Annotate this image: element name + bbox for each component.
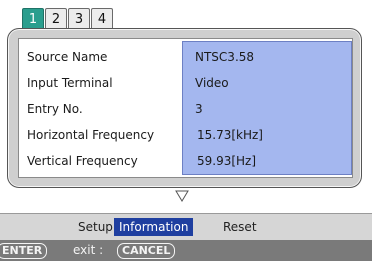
vertical-frequency-label: Vertical Frequency: [27, 154, 138, 168]
page-tabs: 1 2 3 4: [22, 8, 114, 30]
value-column: NTSC3.58 Video 3 15.73[kHz] 59.93[Hz]: [182, 41, 352, 175]
input-terminal-value: Video: [195, 76, 229, 90]
menu-item-setup[interactable]: Setup: [73, 218, 118, 236]
source-name-label: Source Name: [27, 50, 108, 64]
label-column: Source Name Input Terminal Entry No. Hor…: [19, 39, 179, 177]
input-terminal-label: Input Terminal: [27, 76, 113, 90]
enter-key-hint: ENTER: [0, 243, 48, 259]
horizontal-frequency-label: Horizontal Frequency: [27, 128, 155, 142]
tab-1[interactable]: 1: [22, 8, 44, 29]
source-name-value: NTSC3.58: [195, 50, 255, 64]
tab-4[interactable]: 4: [91, 8, 113, 29]
info-table: Source Name Input Terminal Entry No. Hor…: [18, 38, 353, 178]
exit-hint-label: exit :: [73, 243, 104, 257]
vertical-frequency-value: 59.93[Hz]: [197, 154, 257, 168]
tab-3[interactable]: 3: [68, 8, 90, 29]
entry-no-value: 3: [195, 102, 203, 116]
menu-item-reset[interactable]: Reset: [218, 218, 262, 236]
scroll-down-arrow-icon[interactable]: [175, 190, 189, 202]
tab-2[interactable]: 2: [45, 8, 67, 29]
menu-item-information[interactable]: Information: [114, 218, 194, 236]
information-panel: Source Name Input Terminal Entry No. Hor…: [7, 28, 362, 188]
horizontal-frequency-value: 15.73[kHz]: [197, 128, 263, 142]
entry-no-label: Entry No.: [27, 102, 83, 116]
main-menu-bar: Setup Information Reset: [0, 213, 372, 240]
cancel-key-hint: CANCEL: [117, 243, 176, 259]
key-hint-bar: ENTER exit : CANCEL: [0, 240, 372, 261]
